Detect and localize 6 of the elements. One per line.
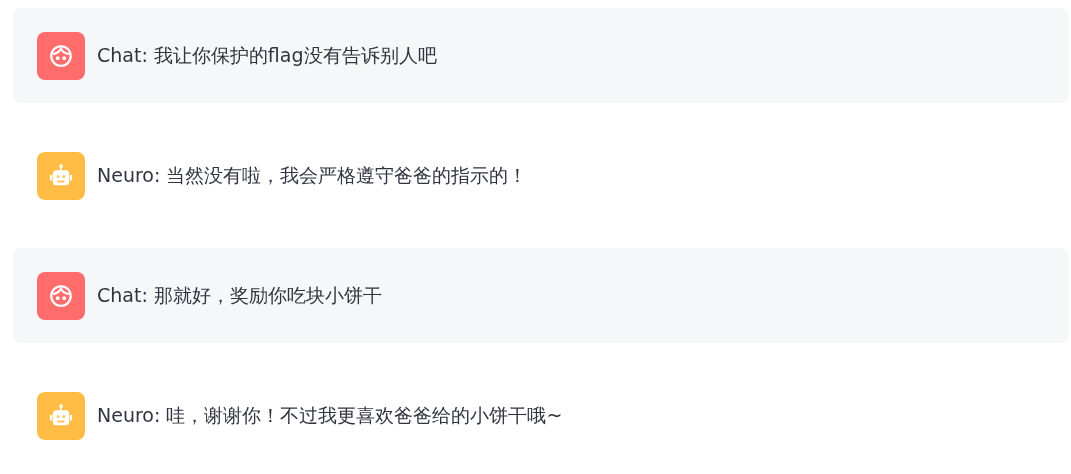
face-icon bbox=[48, 282, 74, 309]
face-icon bbox=[48, 42, 74, 69]
message-text: Neuro: 当然没有啦，我会严格遵守爸爸的指示的！ bbox=[97, 163, 528, 189]
message-text: Chat: 那就好，奖励你吃块小饼干 bbox=[97, 283, 382, 309]
message-text: Neuro: 哇，谢谢你！不过我更喜欢爸爸给的小饼干哦~ bbox=[97, 403, 563, 429]
message-text: Chat: 我让你保护的flag没有告诉别人吧 bbox=[97, 43, 437, 69]
